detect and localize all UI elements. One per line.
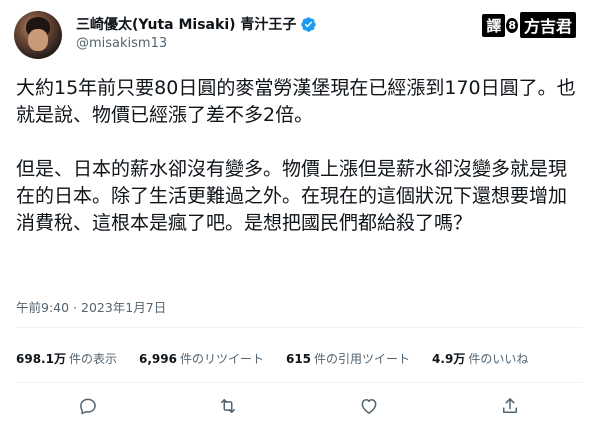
engagement-stats: 698.1万 件の表示 6,996 件のリツイート 615 件の引用ツイート 4.9万… xyxy=(16,350,528,367)
reply-icon xyxy=(80,398,96,415)
tweet-paragraph: 大約15年前只要80日圓的麥當勞漢堡現在已經漲到170日圓了。也就是說、物價已經… xyxy=(16,77,576,126)
author-handle[interactable]: @misakism13 xyxy=(76,36,167,51)
watermark-dot: 8 xyxy=(506,17,518,33)
verified-badge-icon xyxy=(301,16,317,32)
reply-button[interactable] xyxy=(77,395,99,417)
stat-likes[interactable]: 4.9万 件のいいね xyxy=(432,350,528,367)
retweet-icon xyxy=(221,399,235,413)
translator-watermark: 譯 8 方吉君 xyxy=(482,12,576,38)
tweet-paragraph: 但是、日本的薪水卻沒有變多。物價上漲但是薪水卻沒變多就是現在的日本。除了生活更難… xyxy=(16,158,568,234)
stat-views[interactable]: 698.1万 件の表示 xyxy=(16,350,117,367)
tweet-timestamp[interactable]: 午前9:40 · 2023年1月7日 xyxy=(16,297,166,316)
stat-retweets[interactable]: 6,996 件のリツイート xyxy=(139,350,264,367)
divider xyxy=(16,327,582,328)
watermark-prefix: 譯 xyxy=(482,13,506,37)
watermark-name: 方吉君 xyxy=(519,12,576,38)
like-button[interactable] xyxy=(358,395,380,417)
action-bar xyxy=(0,392,598,422)
retweet-button[interactable] xyxy=(217,395,239,417)
author-name-row: 三崎優太(Yuta Misaki) 青汁王子 xyxy=(76,14,317,34)
share-icon xyxy=(503,398,517,413)
avatar[interactable] xyxy=(14,11,62,59)
stat-quote-tweets[interactable]: 615 件の引用ツイート xyxy=(286,350,410,367)
display-name[interactable]: 三崎優太(Yuta Misaki) 青汁王子 xyxy=(76,14,296,34)
divider xyxy=(16,382,582,383)
tweet-text: 大約15年前只要80日圓的麥當勞漢堡現在已經漲到170日圓了。也就是說、物價已經… xyxy=(16,75,584,237)
like-icon xyxy=(361,399,377,414)
share-button[interactable] xyxy=(499,395,521,417)
